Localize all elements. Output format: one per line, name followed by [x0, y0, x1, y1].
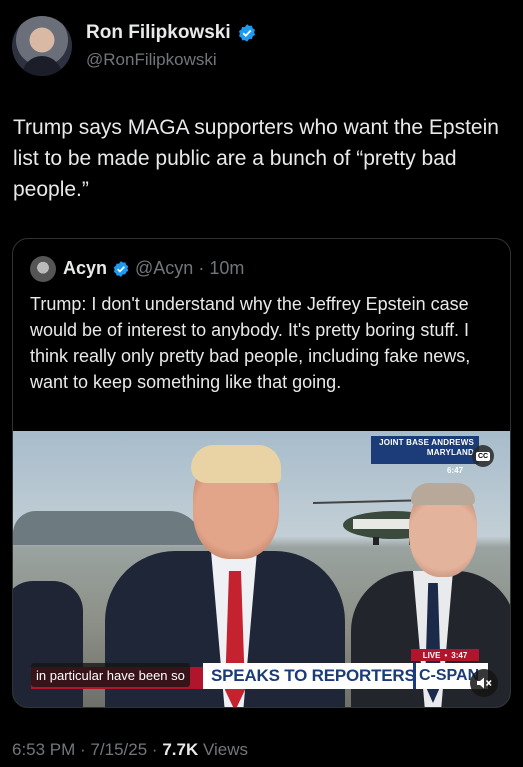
verified-badge-icon	[238, 24, 255, 42]
hangar-background	[13, 511, 203, 545]
meta-separator: ·	[198, 258, 205, 278]
author-name[interactable]: Ron Filipkowski	[86, 22, 231, 44]
video-player[interactable]: JOINT BASE ANDREWS MARYLAND 6:47 CC LIVE…	[13, 431, 510, 707]
mute-button[interactable]	[470, 669, 498, 697]
person-right-hair	[411, 483, 475, 505]
quoted-tweet-card[interactable]: Acyn @Acyn · 10m Trump: I don't understa…	[12, 238, 511, 708]
speaker-hair	[191, 445, 281, 483]
quoted-author-avatar[interactable]	[30, 256, 56, 282]
quoted-tweet-text: Trump: I don't understand why the Jeffre…	[30, 294, 471, 392]
tweet-date[interactable]: 7/15/25	[90, 740, 147, 759]
live-time: 3:47	[451, 650, 468, 660]
location-line1: JOINT BASE ANDREWS	[379, 438, 474, 447]
verified-badge-icon	[113, 260, 129, 277]
tweet-text: Trump says MAGA supporters who want the …	[13, 116, 499, 201]
views-count[interactable]: 7.7K	[162, 740, 198, 759]
location-line2: MARYLAND	[426, 448, 474, 457]
live-label: LIVE	[422, 650, 441, 660]
quoted-tweet-header: Acyn @Acyn · 10m	[63, 258, 244, 279]
location-time: 6:47	[447, 466, 464, 475]
location-tag: JOINT BASE ANDREWS MARYLAND	[371, 436, 479, 464]
cc-icon: CC	[475, 451, 491, 461]
quoted-author-handle[interactable]: @Acyn	[135, 258, 193, 279]
quoted-tweet-age[interactable]: 10m	[209, 258, 244, 279]
views-label: Views	[202, 740, 249, 759]
tweet-time[interactable]: 6:53 PM	[12, 740, 75, 759]
author-avatar[interactable]	[12, 16, 72, 76]
live-badge: LIVE • 3:47	[411, 649, 479, 661]
author-name-row[interactable]: Ron Filipkowski	[86, 22, 257, 44]
footer-separator: ·	[80, 740, 86, 759]
tweet-footer: 6:53 PM · 7/15/25 · 7.7K Views	[12, 740, 248, 760]
video-caption: in particular have been so	[31, 663, 190, 687]
captions-button[interactable]: CC	[472, 445, 494, 467]
quoted-author-name[interactable]: Acyn	[63, 258, 107, 279]
footer-separator: ·	[151, 740, 158, 759]
live-dot: •	[444, 650, 448, 660]
muted-speaker-icon	[477, 677, 492, 689]
author-handle[interactable]: @RonFilipkowski	[86, 50, 217, 70]
